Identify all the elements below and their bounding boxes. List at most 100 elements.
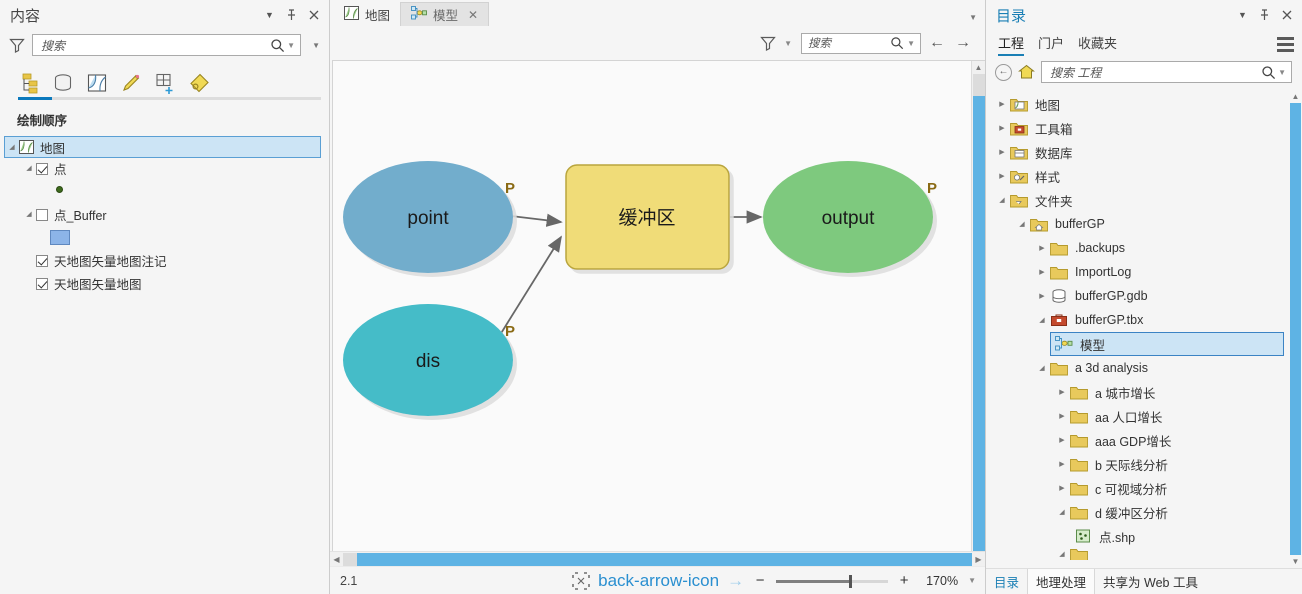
zoom-out-button[interactable]: −: [752, 573, 768, 589]
model-canvas[interactable]: point P 缓冲区 output P dis P ▲: [332, 60, 985, 551]
catalog-vscroll-track[interactable]: [1289, 103, 1302, 555]
catalog-back-icon[interactable]: ←: [995, 63, 1012, 81]
layer-visibility-checkbox[interactable]: [36, 208, 48, 221]
list-by-selection-icon[interactable]: [86, 72, 108, 94]
scroll-right-icon[interactable]: ▶: [972, 555, 985, 564]
catalog-item-buffergp[interactable]: ◢ bufferGP: [986, 212, 1302, 236]
catalog-close-icon[interactable]: [1280, 8, 1293, 22]
layer-visibility-checkbox[interactable]: [36, 162, 48, 175]
contents-menu-caret-icon[interactable]: ▼: [263, 8, 276, 22]
catalog-item-3d-analysis[interactable]: ◢ a 3d analysis: [986, 356, 1302, 380]
bottom-tab-geoprocessing[interactable]: 地理处理: [1027, 569, 1096, 594]
tab-model[interactable]: 模型 ✕: [400, 2, 490, 26]
chevron-down-icon[interactable]: ◢: [1034, 365, 1050, 372]
catalog-item-buffergp-gdb[interactable]: ▶ bufferGP.gdb: [986, 284, 1302, 308]
list-by-data-source-icon[interactable]: [52, 72, 74, 94]
chevron-right-icon[interactable]: ▶: [994, 149, 1010, 156]
catalog-item-partial[interactable]: ◢: [986, 548, 1302, 560]
chevron-down-icon[interactable]: ◢: [1054, 551, 1070, 558]
scroll-left-icon[interactable]: ◀: [330, 555, 343, 564]
catalog-vscroll-thumb[interactable]: [1289, 103, 1301, 555]
chevron-right-icon[interactable]: ▶: [1034, 293, 1050, 300]
model-node-dis[interactable]: dis: [343, 304, 513, 416]
model-node-point[interactable]: point: [343, 161, 513, 273]
chevron-right-icon[interactable]: ▶: [1034, 269, 1050, 276]
layer-row-map[interactable]: ◢ 地图: [4, 136, 321, 158]
search-icon[interactable]: [1261, 65, 1276, 80]
chevron-right-icon[interactable]: ▶: [994, 125, 1010, 132]
catalog-item-model[interactable]: 模型: [1050, 332, 1284, 356]
search-icon[interactable]: [890, 36, 905, 51]
bottom-tab-catalog[interactable]: 目录: [986, 569, 1027, 594]
catalog-item-backups[interactable]: ▶ .backups: [986, 236, 1302, 260]
layer-row-point-buffer[interactable]: ◢ 点_Buffer: [0, 204, 329, 225]
hamburger-menu-icon[interactable]: [1277, 36, 1294, 52]
model-search-input[interactable]: 搜索 ▼: [801, 32, 921, 54]
hscroll-thumb-left[interactable]: [343, 552, 357, 566]
contents-search-dropdown-icon[interactable]: ▼: [308, 41, 320, 50]
catalog-tab-project[interactable]: 工程: [998, 33, 1025, 56]
catalog-item-skyline-analysis[interactable]: ▶ b 天际线分析: [986, 452, 1302, 476]
list-by-editing-icon[interactable]: [120, 72, 142, 94]
chevron-down-icon[interactable]: ◢: [1054, 509, 1070, 516]
catalog-search-input[interactable]: 搜索 工程 ▼: [1041, 61, 1292, 83]
chevron-right-icon[interactable]: ▶: [994, 173, 1010, 180]
catalog-item-importlog[interactable]: ▶ ImportLog: [986, 260, 1302, 284]
back-arrow-icon[interactable]: back-arrow-icon: [598, 572, 719, 589]
chevron-down-icon[interactable]: ◢: [1014, 221, 1030, 228]
zoom-dropdown-caret-icon[interactable]: ▼: [966, 576, 979, 585]
chevron-right-icon[interactable]: ▶: [1054, 413, 1070, 420]
chevron-right-icon[interactable]: ▶: [994, 101, 1010, 108]
close-icon[interactable]: ✕: [468, 8, 478, 22]
zoom-in-button[interactable]: +: [896, 573, 912, 589]
filter-icon[interactable]: [9, 37, 25, 53]
catalog-item-folders[interactable]: ◢ 文件夹: [986, 188, 1302, 212]
search-options-caret-icon[interactable]: ▼: [285, 41, 298, 50]
filter-icon[interactable]: [760, 35, 776, 51]
vscroll-thumb-upper[interactable]: [972, 74, 985, 96]
zoom-slider[interactable]: [776, 574, 889, 588]
layer-row-tianditu-vector[interactable]: 天地图矢量地图: [0, 272, 329, 295]
vscroll-thumb[interactable]: [972, 96, 985, 551]
home-icon[interactable]: [1018, 64, 1035, 80]
chevron-down-icon[interactable]: ◢: [22, 211, 36, 218]
contents-close-icon[interactable]: [307, 8, 320, 22]
model-node-buffer[interactable]: 缓冲区: [565, 164, 730, 270]
search-icon[interactable]: [270, 38, 285, 53]
catalog-item-viewshed-analysis[interactable]: ▶ c 可视域分析: [986, 476, 1302, 500]
search-options-caret-icon[interactable]: ▼: [905, 39, 918, 48]
scroll-up-icon[interactable]: ▲: [975, 61, 983, 74]
list-by-labeling-icon[interactable]: [188, 72, 210, 94]
catalog-item-buffer-analysis[interactable]: ◢ d 缓冲区分析: [986, 500, 1302, 524]
catalog-item-styles[interactable]: ▶ 样式: [986, 164, 1302, 188]
chevron-right-icon[interactable]: ▶: [1034, 245, 1050, 252]
catalog-item-population-growth[interactable]: ▶ aa 人口增长: [986, 404, 1302, 428]
catalog-item-gdp-growth[interactable]: ▶ aaa GDP增长: [986, 428, 1302, 452]
bottom-tab-share-web-tool[interactable]: 共享为 Web 工具: [1095, 569, 1206, 594]
scroll-up-icon[interactable]: ▲: [1292, 90, 1300, 103]
chevron-right-icon[interactable]: ▶: [1054, 461, 1070, 468]
tab-map[interactable]: 地图: [334, 2, 400, 26]
forward-arrow-icon[interactable]: →: [727, 572, 744, 589]
tab-list-caret-icon[interactable]: ▼: [969, 13, 977, 22]
list-by-snapping-icon[interactable]: [154, 72, 176, 94]
vscroll-track[interactable]: [972, 74, 986, 551]
zoom-slider-handle[interactable]: [849, 574, 853, 588]
hscroll-track[interactable]: [343, 552, 972, 566]
forward-arrow-icon[interactable]: →: [953, 35, 973, 51]
catalog-pin-icon[interactable]: [1258, 8, 1271, 22]
catalog-item-urban-growth[interactable]: ▶ a 城市增长: [986, 380, 1302, 404]
model-node-output[interactable]: output: [763, 161, 933, 273]
chevron-right-icon[interactable]: ▶: [1054, 437, 1070, 444]
back-arrow-icon[interactable]: ←: [927, 35, 947, 51]
layer-visibility-checkbox[interactable]: [36, 254, 48, 267]
catalog-item-databases[interactable]: ▶ 数据库: [986, 140, 1302, 164]
catalog-item-toolboxes[interactable]: ▶ 工具箱: [986, 116, 1302, 140]
catalog-item-buffergp-tbx[interactable]: ◢ bufferGP.tbx: [986, 308, 1302, 332]
scroll-down-icon[interactable]: ▼: [1292, 555, 1300, 568]
hscroll-thumb[interactable]: [357, 552, 972, 566]
chevron-right-icon[interactable]: ▶: [1054, 389, 1070, 396]
chevron-right-icon[interactable]: ▶: [1054, 485, 1070, 492]
catalog-tab-favorites[interactable]: 收藏夹: [1078, 33, 1117, 56]
canvas-horizontal-scrollbar[interactable]: ◀ ▶: [330, 551, 985, 566]
